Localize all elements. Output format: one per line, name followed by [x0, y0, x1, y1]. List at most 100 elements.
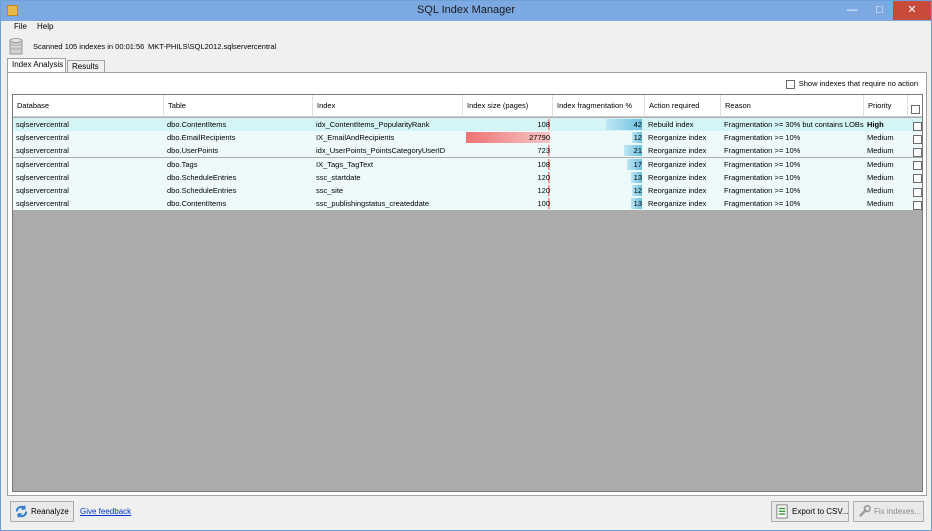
- cell-table: dbo.EmailRecipients: [164, 131, 313, 144]
- fix-indexes-button[interactable]: Fix indexes...: [853, 501, 924, 522]
- column-header-select[interactable]: [908, 95, 922, 117]
- cell-reason: Fragmentation >= 10%: [721, 197, 864, 210]
- column-header-action[interactable]: Action required: [645, 95, 721, 117]
- csv-export-icon: [776, 504, 788, 519]
- table-row[interactable]: sqlservercentral dbo.ContentItems idx_Cont…: [13, 118, 922, 131]
- cell-text: Medium: [867, 146, 894, 156]
- cell-size: 723: [463, 144, 553, 157]
- cell-text: dbo.Tags: [167, 159, 198, 169]
- column-header-fragmentation[interactable]: Index fragmentation %: [553, 95, 645, 117]
- reanalyze-button[interactable]: Reanalyze: [10, 501, 74, 522]
- cell-text: Fragmentation >= 10%: [724, 172, 801, 182]
- cell-text: IX_Tags_TagText: [316, 159, 374, 169]
- cell-text: idx_ContentItems_PopularityRank: [316, 120, 430, 129]
- export-csv-button[interactable]: Export to CSV...: [771, 501, 849, 522]
- analysis-panel: Show indexes that require no action Data…: [7, 72, 927, 496]
- grid-header: Database Table Index Index size (pages) …: [13, 95, 922, 117]
- wrench-icon: [858, 505, 871, 518]
- title-bar[interactable]: SQL Index Manager — □ ✕: [1, 1, 931, 21]
- cell-text: Reorganize index: [648, 133, 707, 143]
- cell-text: dbo.ScheduleEntries: [167, 186, 237, 195]
- cell-frag: 13: [553, 197, 645, 210]
- row-select-checkbox[interactable]: [913, 161, 922, 171]
- cell-text: sqlservercentral: [16, 186, 69, 195]
- table-row[interactable]: sqlservercentral dbo.Tags IX_Tags_TagText 1…: [13, 157, 922, 171]
- refresh-icon: [15, 504, 28, 519]
- cell-size: 120: [463, 184, 553, 197]
- cell-text: 27790: [529, 133, 550, 143]
- give-feedback-link[interactable]: Give feedback: [80, 507, 131, 516]
- column-header-size[interactable]: Index size (pages): [463, 95, 553, 117]
- cell-select[interactable]: [910, 171, 922, 184]
- column-header-priority[interactable]: Priority: [864, 95, 908, 117]
- cell-text: dbo.EmailRecipients: [167, 133, 236, 143]
- fix-indexes-label: Fix indexes...: [874, 507, 922, 516]
- cell-text: dbo.UserPoints: [167, 146, 219, 156]
- cell-select[interactable]: [910, 184, 922, 197]
- cell-text: sqlservercentral: [16, 120, 69, 129]
- menu-bar: File Help: [1, 21, 931, 35]
- cell-index: IX_Tags_TagText: [313, 158, 463, 171]
- menu-help[interactable]: Help: [37, 22, 53, 31]
- cell-select[interactable]: [910, 144, 922, 157]
- cell-action: Reorganize index: [645, 171, 721, 184]
- show-no-action-option[interactable]: Show indexes that require no action: [785, 79, 918, 89]
- index-grid[interactable]: Database Table Index Index size (pages) …: [12, 94, 923, 492]
- cell-database: sqlservercentral: [13, 184, 164, 197]
- cell-select[interactable]: [910, 118, 922, 131]
- database-icon: [9, 38, 23, 55]
- table-row[interactable]: sqlservercentral dbo.ScheduleEntries ssc_s…: [13, 170, 922, 184]
- cell-priority: Medium: [864, 171, 908, 184]
- row-select-checkbox[interactable]: [913, 147, 922, 157]
- cell-select[interactable]: [910, 197, 922, 210]
- column-header-index[interactable]: Index: [313, 95, 463, 117]
- cell-size: 108: [463, 158, 553, 171]
- window-title: SQL Index Manager: [416, 4, 516, 16]
- cell-select[interactable]: [910, 131, 922, 144]
- cell-index: ssc_publishingstatus_createddate: [313, 197, 463, 210]
- tab-index-analysis[interactable]: Index Analysis: [7, 58, 66, 73]
- table-row[interactable]: sqlservercentral dbo.ContentItems ssc_publ…: [13, 197, 922, 211]
- column-header-database[interactable]: Database: [13, 95, 164, 117]
- cell-index: idx_ContentItems_PopularityRank: [313, 118, 463, 131]
- cell-text: dbo.ContentItems: [167, 199, 227, 209]
- cell-reason: Fragmentation >= 10%: [721, 144, 864, 157]
- cell-text: 100: [537, 199, 550, 209]
- row-select-checkbox[interactable]: [913, 134, 922, 144]
- close-button[interactable]: ✕: [893, 1, 931, 20]
- column-header-reason[interactable]: Reason: [721, 95, 864, 117]
- cell-table: dbo.ScheduleEntries: [164, 184, 313, 197]
- cell-priority: Medium: [864, 184, 908, 197]
- row-select-checkbox[interactable]: [913, 200, 922, 210]
- cell-text: sqlservercentral: [16, 199, 69, 209]
- menu-file[interactable]: File: [14, 22, 27, 31]
- row-select-checkbox[interactable]: [913, 174, 922, 184]
- cell-text: dbo.ScheduleEntries: [167, 172, 237, 182]
- cell-text: 108: [537, 120, 550, 129]
- cell-priority: Medium: [864, 158, 908, 171]
- cell-text: Medium: [867, 186, 894, 195]
- column-header-table[interactable]: Table: [164, 95, 313, 117]
- select-all-checkbox[interactable]: [911, 104, 920, 114]
- table-row[interactable]: sqlservercentral dbo.ScheduleEntries ssc_s…: [13, 184, 922, 197]
- tab-results[interactable]: Results: [67, 60, 105, 72]
- table-row[interactable]: sqlservercentral dbo.UserPoints idx_UserPo…: [13, 144, 922, 158]
- table-row[interactable]: sqlservercentral dbo.EmailRecipients IX_Em…: [13, 131, 922, 145]
- cell-action: Reorganize index: [645, 144, 721, 157]
- cell-text: Reorganize index: [648, 146, 707, 156]
- cell-text: High: [867, 120, 884, 129]
- maximize-button[interactable]: □: [866, 1, 893, 20]
- export-csv-label: Export to CSV...: [792, 507, 849, 516]
- row-select-checkbox[interactable]: [913, 187, 922, 197]
- row-select-checkbox[interactable]: [913, 121, 922, 131]
- cell-table: dbo.UserPoints: [164, 144, 313, 157]
- show-no-action-checkbox[interactable]: [785, 79, 795, 89]
- minimize-button[interactable]: —: [839, 1, 866, 20]
- cell-database: sqlservercentral: [13, 144, 164, 157]
- cell-select[interactable]: [910, 158, 922, 171]
- cell-text: Reorganize index: [648, 186, 707, 195]
- cell-action: Reorganize index: [645, 197, 721, 210]
- cell-index: ssc_site: [313, 184, 463, 197]
- cell-text: Fragmentation >= 10%: [724, 186, 801, 195]
- cell-index: IX_EmailAndRecipients: [313, 131, 463, 144]
